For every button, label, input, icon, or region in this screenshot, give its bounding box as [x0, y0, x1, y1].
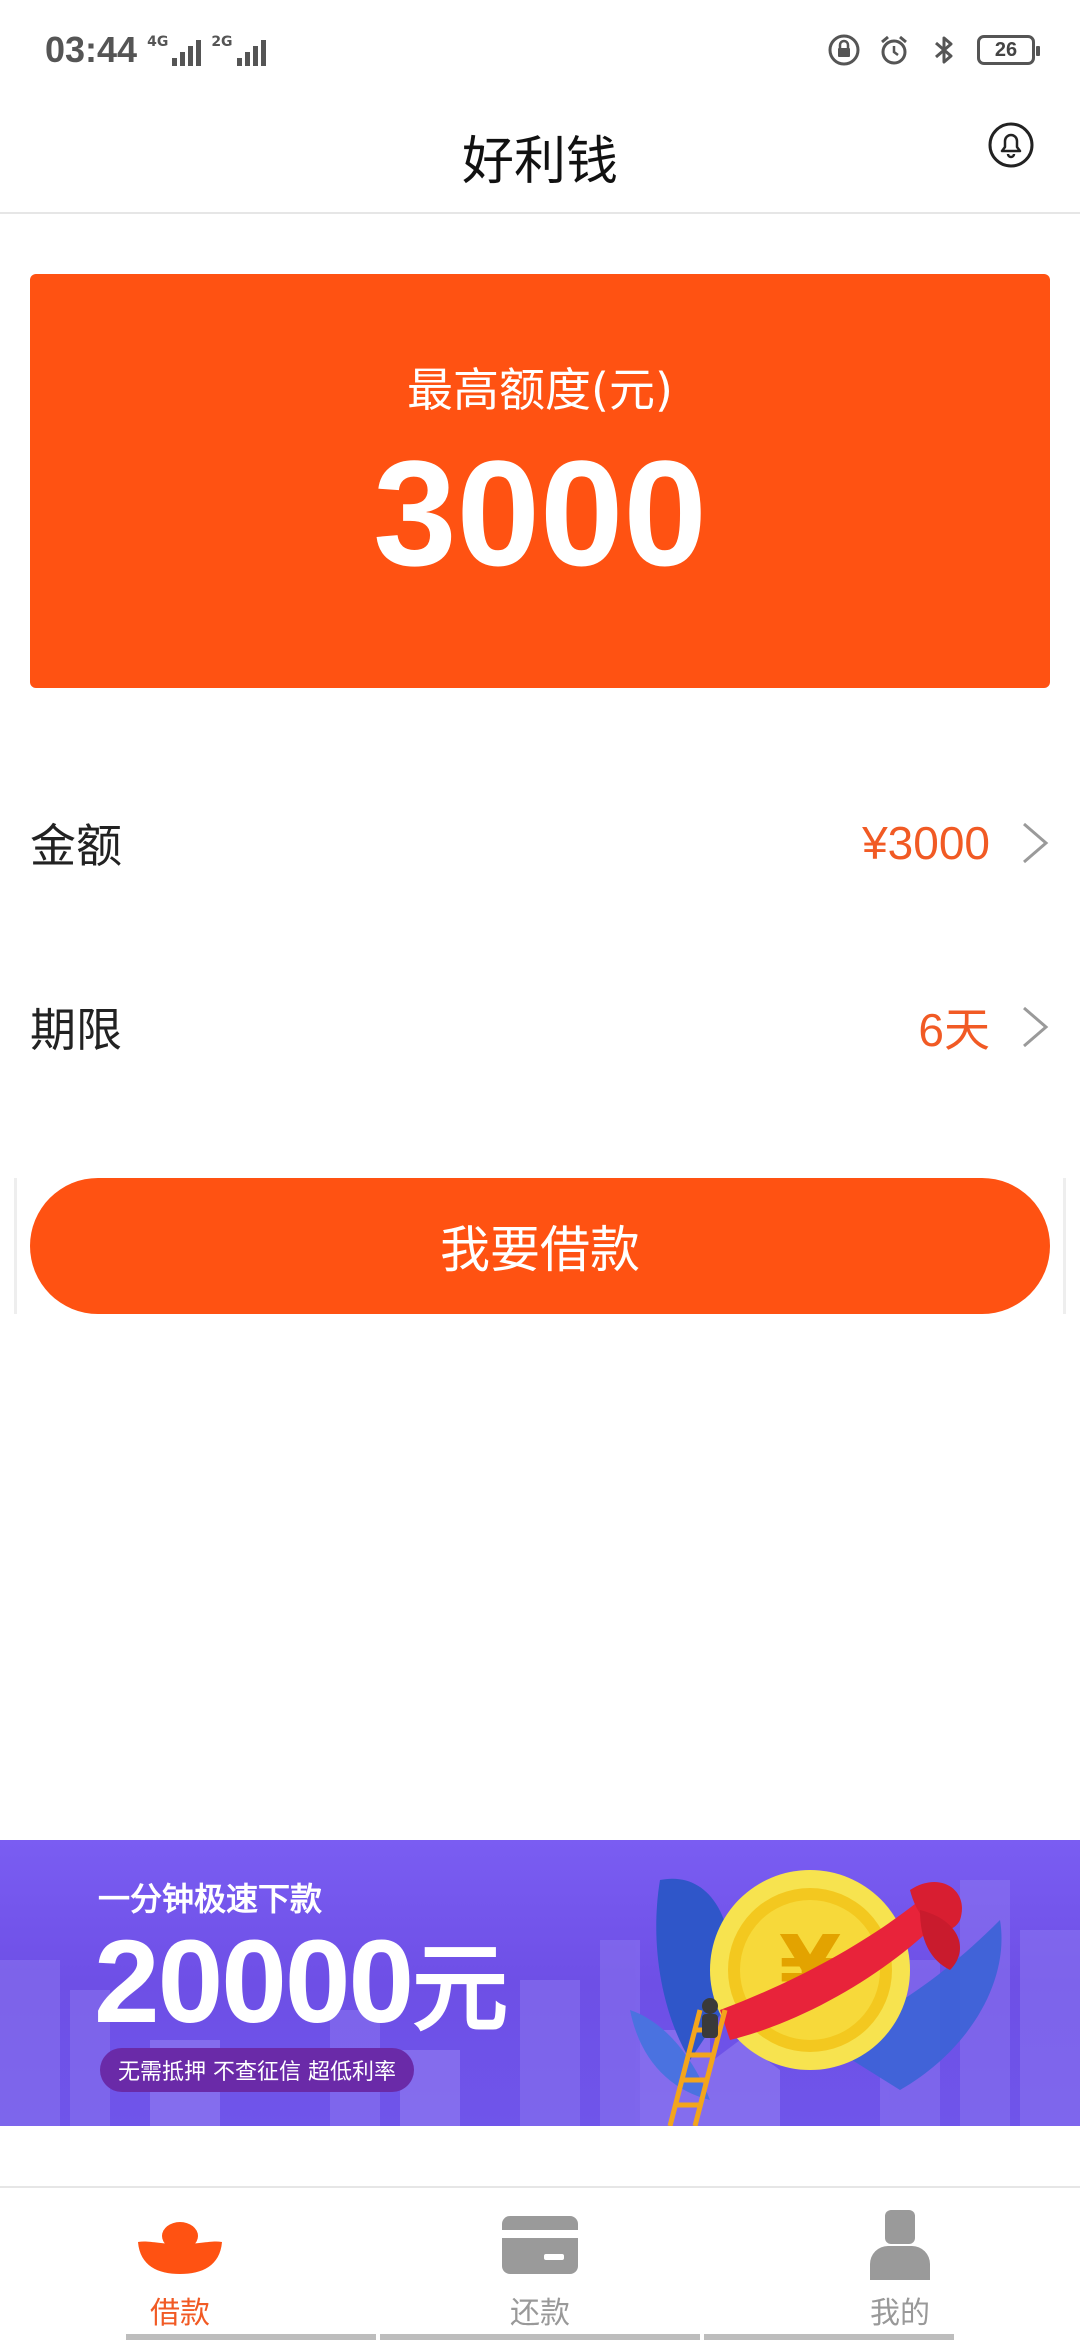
chevron-right-icon — [1023, 822, 1049, 864]
network-2g: 2G — [211, 34, 266, 66]
tab-mine[interactable]: 我的 — [720, 2188, 1080, 2338]
card-icon — [502, 2216, 578, 2274]
tab-mine-label: 我的 — [870, 2296, 930, 2331]
app-header: 好利钱 — [0, 100, 1080, 214]
battery-icon: 26 — [977, 35, 1040, 65]
amount-value: ¥3000 — [862, 817, 990, 869]
ingot-icon — [138, 2222, 222, 2274]
banner-amount-unit: 元 — [412, 1933, 508, 2045]
nav-indicator — [126, 2334, 376, 2340]
term-value: 6天 — [918, 1004, 990, 1056]
bluetooth-icon — [935, 36, 953, 64]
status-time: 03:44 — [45, 29, 138, 70]
banner-amount-value: 20000 — [94, 1916, 414, 2048]
bottom-tab-bar: 借款 还款 我的 — [0, 2186, 1080, 2340]
term-label: 期限 — [30, 1003, 122, 1057]
lock-icon — [828, 34, 860, 66]
amount-selector[interactable]: ¥3000 — [862, 816, 1050, 870]
network-4g: 4G — [147, 34, 202, 66]
amount-row[interactable]: 金额 ¥3000 — [30, 793, 1050, 893]
status-bar: 03:44 4G 2G 26 — [0, 0, 1080, 100]
battery-level: 26 — [994, 38, 1018, 61]
promo-banner[interactable]: 一分钟极速下款 20000元 无需抵押 不查征信 超低利率 ¥ — [0, 1840, 1080, 2126]
button-edge — [14, 1178, 17, 1314]
tab-borrow[interactable]: 借款 — [0, 2188, 360, 2338]
nav-indicator — [704, 2334, 954, 2340]
quota-label: 最高额度(元) — [407, 363, 673, 417]
nav-indicator — [380, 2334, 700, 2340]
signal-icon — [172, 38, 202, 66]
status-left: 03:44 4G 2G — [45, 29, 266, 71]
button-edge — [1063, 1178, 1066, 1314]
tab-repay-label: 还款 — [510, 2296, 570, 2331]
user-icon — [870, 2210, 930, 2280]
network-4g-label: 4G — [147, 34, 169, 50]
alarm-icon — [881, 35, 907, 65]
banner-amount: 20000元 — [94, 1916, 508, 2048]
term-selector[interactable]: 6天 — [918, 994, 1050, 1060]
banner-tagline: 无需抵押 不查征信 超低利率 — [100, 2048, 414, 2092]
term-row[interactable]: 期限 6天 — [30, 977, 1050, 1077]
tab-repay[interactable]: 还款 — [360, 2188, 720, 2338]
coin-icon: ¥ — [630, 1870, 1002, 2126]
banner-subtitle: 一分钟极速下款 — [98, 1880, 323, 1918]
tab-borrow-label: 借款 — [150, 2296, 210, 2331]
signal-icon — [236, 38, 266, 66]
quota-card: 最高额度(元) 3000 — [30, 274, 1050, 688]
bell-icon[interactable] — [986, 120, 1036, 170]
chevron-right-icon — [1023, 1006, 1049, 1048]
amount-label: 金额 — [30, 819, 122, 873]
status-right: 26 — [827, 33, 1040, 67]
page-title: 好利钱 — [461, 131, 618, 192]
borrow-button[interactable]: 我要借款 — [30, 1178, 1050, 1314]
quota-value: 3000 — [373, 429, 707, 597]
network-2g-label: 2G — [211, 34, 233, 50]
